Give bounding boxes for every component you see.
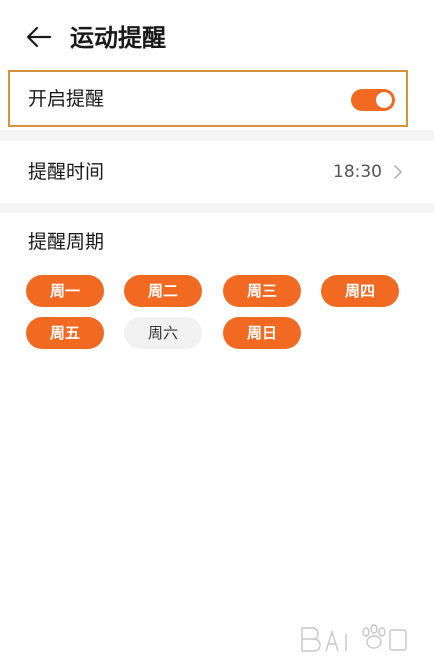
day-chip-thu[interactable]: 周四	[321, 275, 399, 307]
reminder-cycle-label: 提醒周期	[28, 231, 105, 253]
header: 运动提醒	[0, 0, 434, 72]
section-divider	[0, 130, 434, 141]
arrow-left-icon	[26, 26, 52, 48]
sport-reminder-screen: 运动提醒 开启提醒 提醒时间 18:30 提醒周期 周一 周二 周三 周四 周五…	[0, 0, 434, 670]
day-chip-sun[interactable]: 周日	[223, 317, 301, 349]
day-chip-wed[interactable]: 周三	[223, 275, 301, 307]
chevron-right-icon	[394, 165, 402, 179]
baidu-paw-logo-icon	[301, 624, 407, 652]
day-chip-tue[interactable]: 周二	[124, 275, 202, 307]
reminder-time-row[interactable]: 提醒时间 18:30	[0, 141, 434, 203]
page-title: 运动提醒	[70, 24, 166, 52]
day-chip-sat[interactable]: 周六	[124, 317, 202, 349]
enable-reminder-row: 开启提醒	[8, 70, 408, 127]
switch-knob	[376, 92, 392, 108]
section-divider	[0, 203, 434, 213]
reminder-cycle-section: 提醒周期 周一 周二 周三 周四 周五 周六 周日	[0, 213, 434, 373]
reminder-time-label: 提醒时间	[28, 161, 105, 183]
day-chip-fri[interactable]: 周五	[26, 317, 104, 349]
back-button[interactable]	[22, 20, 56, 54]
enable-reminder-label: 开启提醒	[28, 88, 105, 110]
day-chip-mon[interactable]: 周一	[26, 275, 104, 307]
enable-reminder-switch[interactable]	[351, 89, 395, 111]
reminder-time-value: 18:30	[333, 162, 382, 182]
